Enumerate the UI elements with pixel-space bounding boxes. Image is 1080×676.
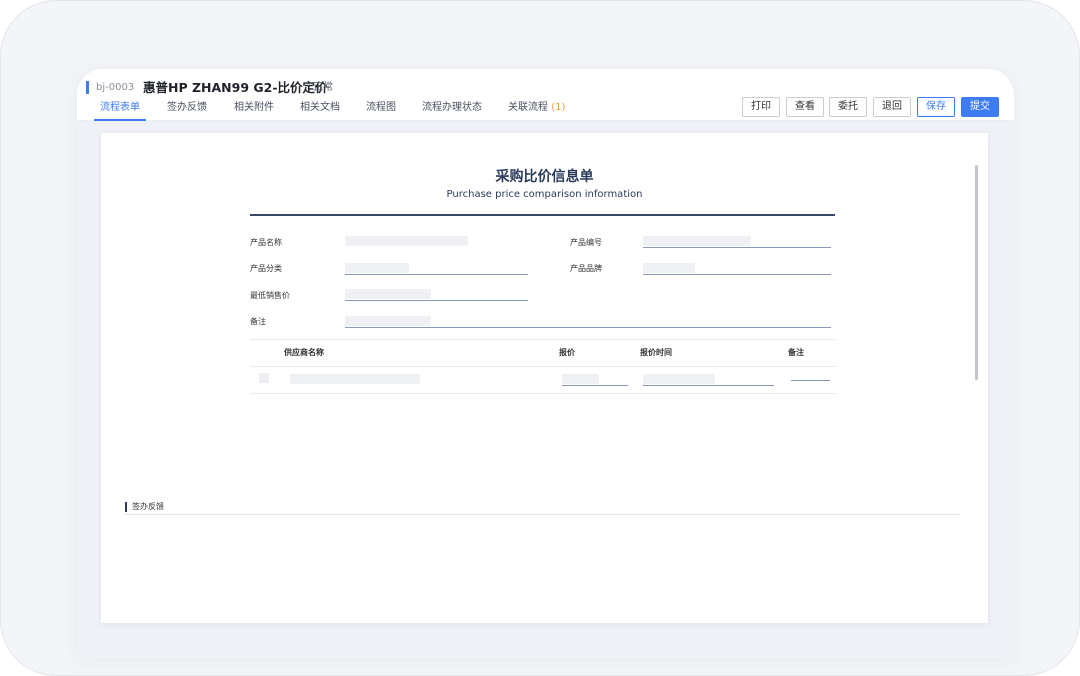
header-bar: bj-0003 惠普HP ZHAN99 G2-比价定价 正常 流程表单 签办反馈…	[77, 69, 1014, 121]
quote-time-field[interactable]	[643, 385, 774, 386]
quote-time-cell	[643, 374, 715, 384]
tab-attachments[interactable]: 相关附件	[234, 101, 274, 115]
return-button[interactable]: 退回	[873, 97, 911, 117]
quote-field[interactable]	[562, 385, 628, 386]
remarks-label: 备注	[250, 317, 266, 326]
product-category-label: 产品分类	[250, 264, 282, 273]
active-tab-indicator	[94, 119, 146, 121]
lowest-price-label: 最低销售价	[250, 291, 290, 300]
supplier-column-header: 供应商名称	[284, 348, 324, 357]
lowest-price-value	[345, 289, 431, 299]
lowest-price-field[interactable]	[345, 300, 528, 301]
tab-feedback[interactable]: 签办反馈	[167, 101, 207, 115]
product-code-field[interactable]	[643, 247, 831, 248]
table-bottom-border	[250, 393, 835, 394]
tab-process-form[interactable]: 流程表单	[100, 101, 140, 115]
row-remarks-field[interactable]	[791, 380, 830, 381]
tab-related-process-label: 关联流程	[508, 102, 548, 113]
product-name-value	[345, 236, 468, 246]
section-divider	[125, 514, 961, 515]
quote-time-column-header: 报价时间	[640, 348, 672, 357]
form-paper: 采购比价信息单 Purchase price comparison inform…	[101, 133, 988, 623]
view-button[interactable]: 查看	[786, 97, 824, 117]
title-divider	[250, 214, 835, 216]
remarks-column-header: 备注	[788, 348, 804, 357]
product-category-field[interactable]	[345, 274, 528, 275]
product-name-label: 产品名称	[250, 238, 282, 247]
product-brand-field[interactable]	[643, 274, 831, 275]
page-title: 惠普HP ZHAN99 G2-比价定价	[143, 80, 328, 95]
product-category-value	[345, 263, 409, 273]
tab-related-process[interactable]: 关联流程 (1)	[508, 101, 565, 115]
remarks-value	[345, 316, 431, 326]
tab-process-status[interactable]: 流程办理状态	[422, 101, 482, 115]
submit-button[interactable]: 提交	[961, 97, 999, 117]
remarks-field[interactable]	[345, 327, 831, 328]
form-subtitle: Purchase price comparison information	[446, 189, 643, 200]
tab-related-process-count: (1)	[551, 102, 566, 113]
document-id: bj-0003	[86, 80, 134, 95]
print-button[interactable]: 打印	[742, 97, 780, 117]
table-header-divider	[250, 366, 835, 367]
status-badge: 正常	[313, 82, 333, 93]
feedback-section-title: 签办反馈	[132, 502, 164, 511]
form-title: 采购比价信息单	[495, 169, 594, 185]
device-frame: bj-0003 惠普HP ZHAN99 G2-比价定价 正常 流程表单 签办反馈…	[0, 0, 1080, 676]
product-code-value	[643, 236, 751, 246]
save-button[interactable]: 保存	[917, 97, 955, 117]
delegate-button[interactable]: 委托	[829, 97, 867, 117]
product-brand-label: 产品品牌	[570, 264, 602, 273]
supplier-cell	[290, 374, 420, 384]
tab-documents[interactable]: 相关文档	[300, 101, 340, 115]
quote-column-header: 报价	[559, 348, 575, 357]
section-marker	[125, 502, 127, 512]
product-code-label: 产品编号	[570, 238, 602, 247]
tab-flowchart[interactable]: 流程图	[366, 101, 396, 115]
quote-cell	[562, 374, 599, 384]
table-top-border	[250, 339, 835, 340]
row-checkbox[interactable]	[259, 373, 269, 383]
product-brand-value	[643, 263, 695, 273]
